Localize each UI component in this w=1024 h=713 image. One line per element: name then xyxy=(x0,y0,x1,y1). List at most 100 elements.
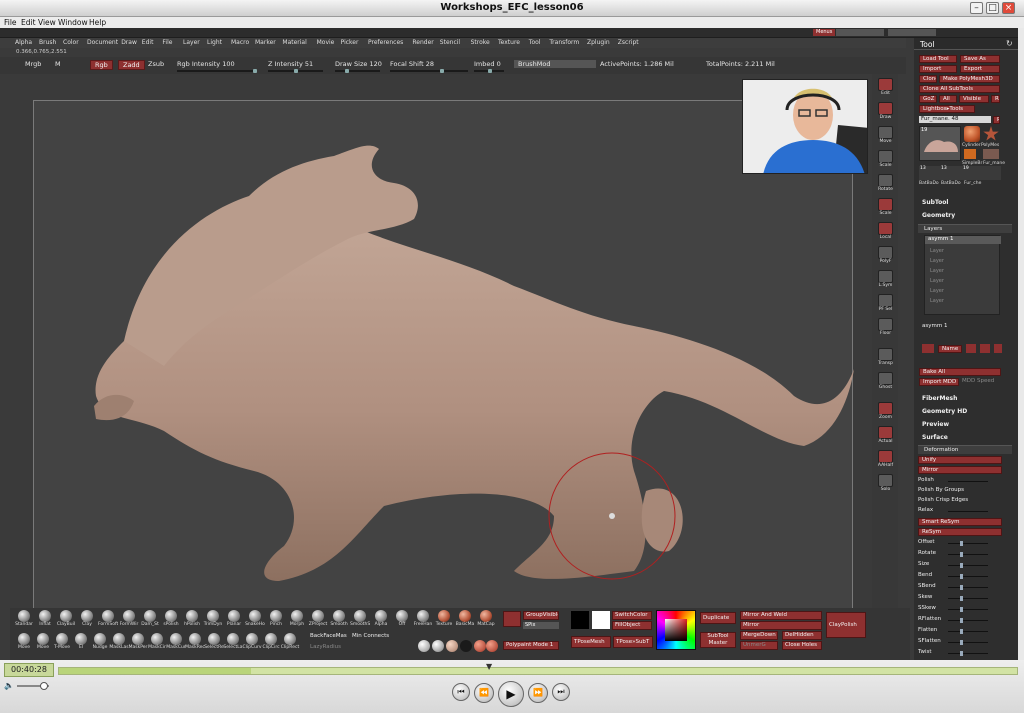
import-mdd-button[interactable]: Import MDD xyxy=(919,378,959,386)
lightbox-tools-button[interactable]: Lightbox▸Tools xyxy=(919,105,975,113)
fibermesh-section[interactable]: FiberMesh xyxy=(922,395,957,402)
close-holes-button[interactable]: Close Holes xyxy=(782,641,822,650)
brush2-selectre[interactable]: SelectRe xyxy=(204,633,224,654)
layer-copy-icon[interactable] xyxy=(980,344,990,353)
brush-alpha[interactable]: Alpha xyxy=(371,610,391,631)
zb-menu-material[interactable]: Material xyxy=(282,39,306,46)
strip-draw[interactable]: Draw xyxy=(876,102,895,124)
lion-sculpt-model[interactable] xyxy=(34,101,854,614)
brush-morph[interactable]: Morph xyxy=(287,610,307,631)
close-button[interactable]: × xyxy=(1002,2,1015,14)
rgb-button[interactable]: Rgb xyxy=(90,60,113,70)
zb-menu-brush[interactable]: Brush xyxy=(39,39,56,46)
zb-menu-stroke[interactable]: Stroke xyxy=(471,39,490,46)
brush-standar[interactable]: Standar xyxy=(14,610,34,631)
sbend-slider[interactable]: SBend xyxy=(918,583,1004,591)
zb-menu-picker[interactable]: Picker xyxy=(341,39,359,46)
sskew-slider[interactable]: SSkew xyxy=(918,605,1004,613)
zb-menu-layer[interactable]: Layer xyxy=(183,39,200,46)
clone-button[interactable]: Clone xyxy=(919,75,937,83)
surface-section[interactable]: Surface xyxy=(922,434,948,441)
zb-menu-zplugin[interactable]: Zplugin xyxy=(587,39,610,46)
strip-ghost[interactable]: Ghost xyxy=(876,372,895,394)
brush2-cliprect[interactable]: ClipRect xyxy=(280,633,300,654)
rs-red-material[interactable] xyxy=(474,640,486,652)
brush2-maskper[interactable]: MaskPer xyxy=(128,633,148,654)
mirror-and-weld-button[interactable]: Mirror And Weld xyxy=(740,611,822,620)
strip-aahalf[interactable]: AAHalf xyxy=(876,450,895,472)
color-picker[interactable] xyxy=(656,610,696,650)
play-button[interactable]: ▶ xyxy=(498,681,524,707)
brush-zproject[interactable]: ZProject xyxy=(308,610,328,631)
size-slider[interactable]: Size xyxy=(918,561,1004,569)
strip-pf-sel[interactable]: PF Sel xyxy=(876,294,895,316)
m-button[interactable]: M xyxy=(55,60,61,68)
backface-mask-button[interactable]: BackFaceMas xyxy=(310,633,347,639)
strip-floor[interactable]: Floor xyxy=(876,318,895,340)
polish-slider[interactable]: Polish xyxy=(918,477,1004,485)
imbed-track[interactable] xyxy=(474,69,504,73)
menu-edit[interactable]: Edit xyxy=(21,18,36,27)
make-polymesh3d-button[interactable]: Make PolyMesh3D xyxy=(939,75,1000,83)
seek-marker-icon[interactable]: ▼ xyxy=(486,662,492,671)
flatten-slider[interactable]: Flatten xyxy=(918,627,1004,635)
brush-inflat[interactable]: Inflat xyxy=(35,610,55,631)
skip-back-button[interactable]: ⏮ xyxy=(452,683,470,701)
strip-local[interactable]: Local xyxy=(876,222,895,244)
tool-r-button[interactable]: R xyxy=(993,116,1000,124)
sflatten-slider[interactable]: SFlatten xyxy=(918,638,1004,646)
layer-asymm-1[interactable]: asymm 1 xyxy=(928,236,953,242)
draw-size-slider[interactable]: Draw Size 120 xyxy=(335,60,382,68)
maximize-button[interactable]: □ xyxy=(986,2,999,14)
rgb-intensity-track[interactable] xyxy=(177,69,257,73)
flat-material[interactable] xyxy=(418,640,430,652)
subtool-master-button[interactable]: SubTool Master xyxy=(700,632,736,648)
zb-menu-preferences[interactable]: Preferences xyxy=(368,39,403,46)
cok-material[interactable] xyxy=(432,640,444,652)
focal-shift-slider[interactable]: Focal Shift 28 xyxy=(390,60,434,68)
brush-pinch[interactable]: Pinch xyxy=(266,610,286,631)
menu-window[interactable]: Window xyxy=(58,18,88,27)
strip-scale[interactable]: Scale xyxy=(876,198,895,220)
min-connects-slider[interactable]: Min Connects xyxy=(352,633,389,639)
main-color-swatch[interactable] xyxy=(571,611,589,629)
current-tool-slider[interactable]: Fur_mane. 48 xyxy=(919,116,991,123)
zb-menu-draw[interactable]: Draw xyxy=(121,39,137,46)
visible-button[interactable]: Visible xyxy=(959,95,989,103)
strip-rotate[interactable]: Rotate xyxy=(876,174,895,196)
brushmod-slider[interactable]: BrushMod xyxy=(514,60,596,68)
layers-section[interactable]: Layers xyxy=(924,226,942,232)
clay-polish-button[interactable]: ClayPolish xyxy=(826,612,866,638)
z-intensity-track[interactable] xyxy=(268,69,323,73)
rgb-intensity-slider[interactable]: Rgb Intensity 100 xyxy=(177,60,235,68)
mdd-speed-slider[interactable]: MDD Speed xyxy=(962,378,994,384)
secondary-color-swatch[interactable] xyxy=(592,611,610,629)
brush-dam-st[interactable]: Dam_St xyxy=(140,610,160,631)
brush-formsoft[interactable]: FormSoft xyxy=(98,610,118,631)
lazy-radius-slider[interactable]: LazyRadius xyxy=(310,644,341,650)
geometry-section[interactable]: Geometry xyxy=(922,212,955,219)
zb-menu-edit[interactable]: Edit xyxy=(142,39,154,46)
rs-cwc-material[interactable] xyxy=(486,640,498,652)
offset-slider[interactable]: Offset xyxy=(918,539,1004,547)
document-canvas[interactable] xyxy=(33,100,854,614)
draw-size-track[interactable] xyxy=(335,69,380,73)
strip-move[interactable]: Move xyxy=(876,126,895,148)
brush2-maskcur[interactable]: MaskCur xyxy=(166,633,186,654)
brush-formwir[interactable]: FormWir xyxy=(119,610,139,631)
zb-menu-movie[interactable]: Movie xyxy=(317,39,335,46)
refresh-icon[interactable]: ↻ xyxy=(1006,39,1013,48)
menu-help[interactable]: Help xyxy=(89,18,106,27)
zb-menu-tool[interactable]: Tool xyxy=(529,39,541,46)
zb-menu-marker[interactable]: Marker xyxy=(255,39,276,46)
merge-down-button[interactable]: MergeDown xyxy=(740,631,778,640)
group-visible-button[interactable]: GroupVisible xyxy=(523,611,559,620)
brush2-clipcirc[interactable]: ClipCirc xyxy=(261,633,281,654)
brush2-selectla[interactable]: SelectLa xyxy=(223,633,243,654)
spix-slider[interactable]: SPix xyxy=(523,622,559,629)
brush-hpolish[interactable]: hPolish xyxy=(182,610,202,631)
tool-thumbnail-main[interactable]: 19 xyxy=(919,126,961,161)
seek-bar[interactable] xyxy=(58,667,1018,675)
preview-section[interactable]: Preview xyxy=(922,421,949,428)
strip-transp[interactable]: Transp xyxy=(876,348,895,370)
